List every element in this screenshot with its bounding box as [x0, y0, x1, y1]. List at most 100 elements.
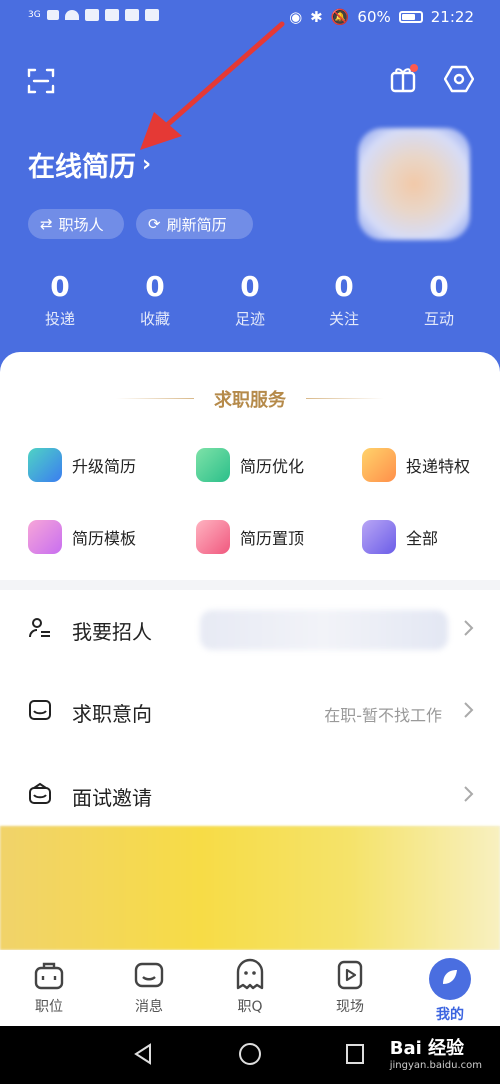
system-nav-bar: Bai 经验 jingyan.baidu.com: [0, 1026, 500, 1084]
blurred-content: [200, 610, 448, 650]
tab-me[interactable]: 我的: [405, 958, 495, 1024]
chat-icon: [134, 962, 164, 988]
role-label: 职场人: [58, 215, 104, 234]
mute-icon: 🔕: [330, 8, 350, 26]
inbox-icon: [29, 700, 51, 720]
list-item-label: 面试邀请: [72, 786, 152, 810]
swap-icon: ⇄: [40, 215, 53, 233]
divider: [306, 398, 384, 399]
tab-label: 消息: [135, 999, 163, 1015]
settings-list: 我要招人 求职意向 在职-暂不找工作 面试邀请: [0, 590, 500, 826]
chevron-right-icon: ›: [142, 152, 152, 177]
app-icon: [124, 9, 139, 21]
app-icon: [84, 9, 99, 21]
service-resume-optimize[interactable]: 简历优化: [196, 445, 304, 485]
service-label: 简历优化: [240, 457, 305, 476]
ghost-icon: [236, 958, 264, 990]
resume-template-icon: [28, 520, 62, 554]
service-resume-pin[interactable]: 简历置顶: [196, 517, 304, 557]
profile-tab-icon: [429, 958, 471, 1000]
list-item-label: 我要招人: [72, 620, 152, 644]
service-label: 投递特权: [406, 457, 471, 476]
list-item-interview-invites[interactable]: 面试邀请: [0, 756, 500, 836]
service-label: 简历模板: [72, 529, 137, 548]
resume-pin-icon: [196, 520, 230, 554]
stats-row: 0 投递 0 收藏 0 足迹 0 关注 0 互动: [0, 270, 500, 340]
settings-icon[interactable]: [444, 64, 474, 94]
tab-messages[interactable]: 消息: [104, 958, 194, 1016]
home-icon[interactable]: [238, 1042, 262, 1066]
scan-icon[interactable]: [26, 66, 56, 96]
list-item-recruit[interactable]: 我要招人: [0, 590, 500, 670]
service-upgrade-resume[interactable]: 升级简历: [28, 445, 136, 485]
stat-value: 0: [145, 270, 165, 303]
tab-jobs[interactable]: 职位: [4, 958, 94, 1016]
promo-banner[interactable]: [0, 826, 500, 950]
network-indicator: 3G: [28, 10, 41, 20]
mail-icon: [29, 782, 51, 804]
service-label: 升级简历: [72, 457, 137, 476]
online-resume-link[interactable]: 在线简历 ›: [28, 145, 151, 184]
stat-applied[interactable]: 0 投递: [20, 270, 100, 329]
online-resume-title: 在线简历: [28, 152, 136, 183]
signal-icon: [46, 10, 59, 20]
switch-role-chip[interactable]: ⇄ 职场人: [28, 209, 124, 239]
stat-favorites[interactable]: 0 收藏: [115, 270, 195, 329]
bluetooth-icon: ✱: [310, 8, 323, 26]
chevron-right-icon: [464, 786, 474, 802]
watermark-url: jingyan.baidu.com: [389, 1060, 482, 1071]
service-all[interactable]: 全部: [362, 517, 438, 557]
service-label: 全部: [406, 529, 439, 548]
person-list-icon: [29, 618, 50, 638]
clock: 21:22: [430, 8, 474, 26]
grid-icon: [362, 520, 396, 554]
video-icon: [337, 960, 363, 990]
avatar[interactable]: [358, 128, 470, 240]
service-resume-template[interactable]: 简历模板: [28, 517, 136, 557]
stat-label: 关注: [328, 310, 359, 328]
refresh-label: 刷新简历: [166, 215, 227, 234]
app-icon: [104, 9, 119, 21]
stat-label: 足迹: [234, 310, 265, 328]
tab-label: 职位: [35, 999, 63, 1015]
tab-label: 现场: [336, 999, 364, 1015]
tab-q[interactable]: 职Q: [205, 958, 295, 1016]
bottom-tab-bar: 职位 消息 职Q 现场 我的: [0, 950, 500, 1026]
tab-live[interactable]: 现场: [305, 958, 395, 1016]
section-title: 求职服务: [214, 390, 286, 411]
stat-value: 0: [429, 270, 449, 303]
stat-value: 0: [240, 270, 260, 303]
briefcase-icon: [34, 962, 64, 990]
service-label: 简历置顶: [240, 529, 305, 548]
battery-percent: 60%: [357, 8, 391, 26]
stat-interactions[interactable]: 0 互动: [399, 270, 479, 329]
stat-footprints[interactable]: 0 足迹: [210, 270, 290, 329]
watermark-brand: Bai 经验: [389, 1038, 465, 1059]
stat-label: 投递: [44, 310, 75, 328]
baidu-watermark: Bai 经验 jingyan.baidu.com: [390, 1034, 482, 1071]
status-bar: 3G ◉ ✱ 🔕 60% 21:22: [0, 0, 500, 36]
list-item-job-intention[interactable]: 求职意向 在职-暂不找工作: [0, 672, 500, 752]
chevron-right-icon: [464, 702, 474, 718]
apply-privilege-icon: [362, 448, 396, 482]
chevron-right-icon: [464, 620, 474, 636]
back-icon[interactable]: [132, 1042, 154, 1066]
stat-following[interactable]: 0 关注: [304, 270, 384, 329]
list-item-label: 求职意向: [72, 702, 152, 726]
upgrade-resume-icon: [28, 448, 62, 482]
stat-value: 0: [50, 270, 70, 303]
job-services-card: 求职服务 升级简历 简历优化 投递特权 简历模板 简历置顶 全部: [0, 352, 500, 580]
profile-header: 3G ◉ ✱ 🔕 60% 21:22 在线简历 › ⇄ 职场人 ⟳ 刷新简历 0…: [0, 0, 500, 380]
service-apply-privilege[interactable]: 投递特权: [362, 445, 470, 485]
gift-icon[interactable]: [388, 64, 418, 94]
stat-label: 收藏: [139, 310, 170, 328]
stat-label: 互动: [423, 310, 454, 328]
stat-value: 0: [334, 270, 354, 303]
resume-optimize-icon: [196, 448, 230, 482]
refresh-icon: ⟳: [148, 215, 161, 233]
wifi-icon: [64, 10, 79, 20]
tab-label: 职Q: [237, 999, 263, 1015]
recents-icon[interactable]: [344, 1042, 366, 1066]
refresh-resume-chip[interactable]: ⟳ 刷新简历: [136, 209, 253, 239]
battery-icon: [398, 11, 423, 23]
